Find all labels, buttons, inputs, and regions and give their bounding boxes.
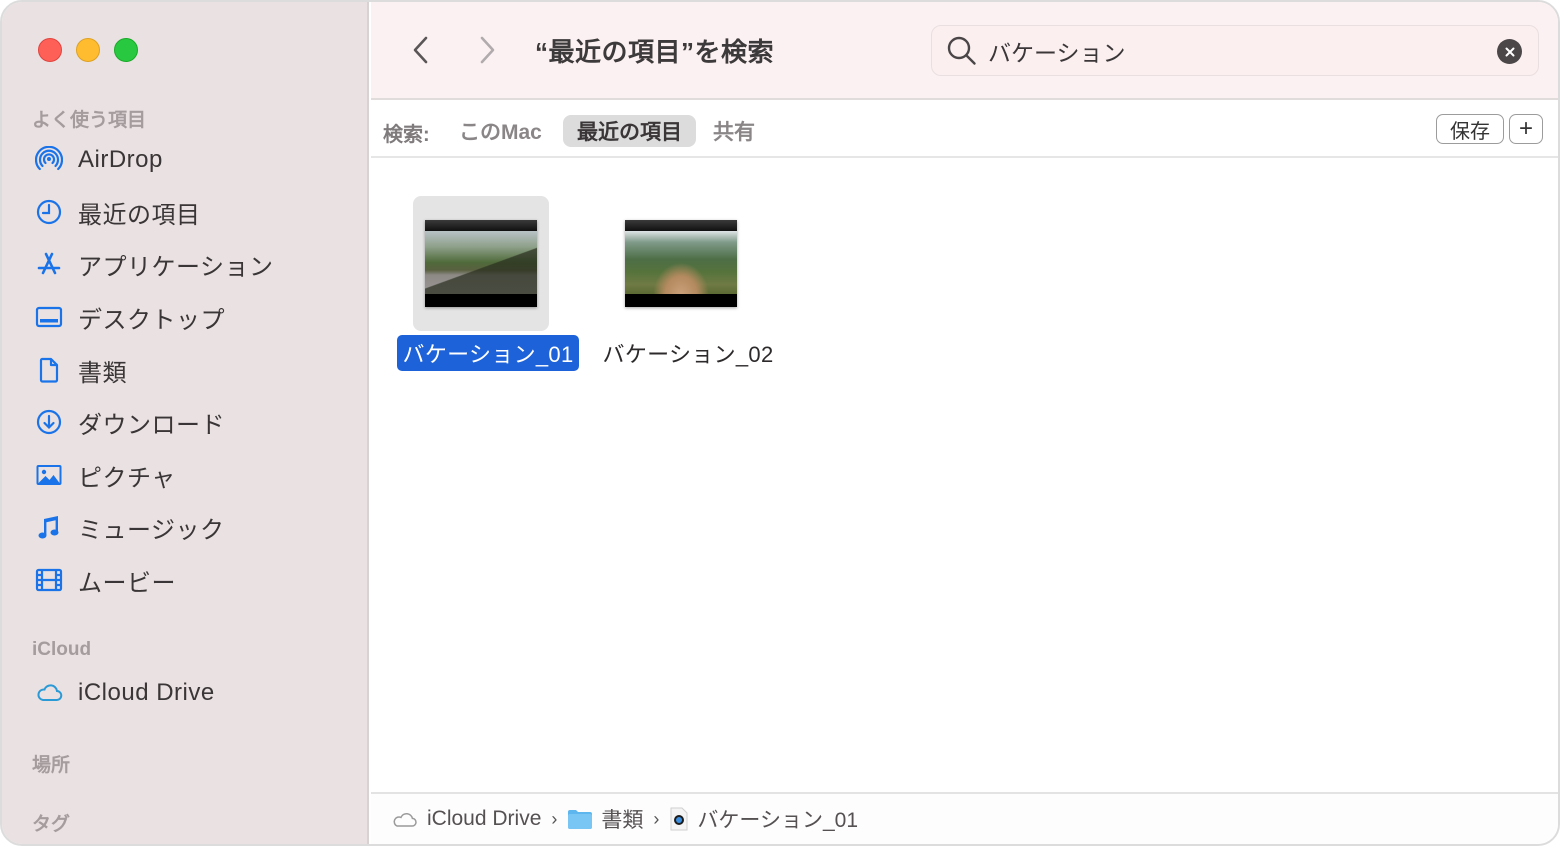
search-icon <box>947 36 976 65</box>
video-thumbnail-icon <box>425 220 537 307</box>
path-crumb-file[interactable]: バケーション_01 <box>669 804 858 834</box>
quicktime-file-icon <box>670 807 688 831</box>
search-field[interactable] <box>931 25 1539 76</box>
video-thumbnail-icon <box>625 220 737 307</box>
path-crumb-icloud-drive[interactable]: iCloud Drive <box>391 807 541 831</box>
sidebar-item-movies[interactable]: ムービー <box>32 560 176 600</box>
file-name-label: バケーション_02 <box>602 342 774 367</box>
scope-shared[interactable]: 共有 <box>699 115 769 147</box>
sidebar-item-applications[interactable]: アプリケーション <box>32 244 274 284</box>
file-thumbnail[interactable] <box>413 196 549 331</box>
crumb-label: バケーション_01 <box>697 809 858 832</box>
forward-button[interactable] <box>467 30 507 70</box>
sidebar-item-pictures[interactable]: ピクチャ <box>32 455 176 495</box>
pictures-icon <box>32 458 66 492</box>
sidebar-item-label: 書類 <box>78 359 127 387</box>
sidebar-item-label: ムービー <box>78 569 176 597</box>
path-separator: › <box>653 808 660 829</box>
path-crumb-documents[interactable]: 書類 <box>567 804 643 834</box>
applications-icon <box>32 247 66 281</box>
close-icon <box>1505 47 1514 56</box>
sidebar-item-label: iCloud Drive <box>78 679 215 706</box>
sidebar-item-label: ミュージック <box>78 516 225 544</box>
search-input[interactable] <box>988 34 1468 68</box>
scope-this-mac[interactable]: このMac <box>445 115 556 147</box>
movies-icon <box>32 563 66 597</box>
window-title: “最近の項目”を検索 <box>535 37 775 67</box>
cloud-icon <box>393 812 417 827</box>
sidebar-item-desktop[interactable]: デスクトップ <box>32 297 225 337</box>
sidebar-item-music[interactable]: ミュージック <box>32 507 225 547</box>
sidebar-item-recents[interactable]: 最近の項目 <box>32 192 201 232</box>
close-button[interactable] <box>38 38 62 62</box>
airdrop-icon <box>32 143 66 177</box>
file-name-label: バケーション_01 <box>396 335 580 371</box>
file-browser: バケーション_01 バケーション_02 <box>371 158 1558 792</box>
document-icon <box>32 353 66 387</box>
download-icon <box>32 405 66 439</box>
clock-icon <box>32 195 66 229</box>
cloud-icon <box>32 676 66 710</box>
sidebar-item-label: デスクトップ <box>78 306 225 334</box>
main-area: “最近の項目”を検索 検索: このMac 最近の項目 共有 保存 + <box>371 2 1558 844</box>
scope-label: 検索: <box>383 124 430 146</box>
minimize-button[interactable] <box>76 38 100 62</box>
sidebar-item-documents[interactable]: 書類 <box>32 350 127 390</box>
add-criteria-button[interactable]: + <box>1509 114 1543 144</box>
music-icon <box>32 510 66 544</box>
chevron-right-icon <box>480 36 495 64</box>
save-search-button[interactable]: 保存 <box>1436 114 1504 144</box>
sidebar: よく使う項目 AirDrop 最近の項目 アプリケーション デスクトップ 書類 … <box>2 2 369 844</box>
scope-recents[interactable]: 最近の項目 <box>563 115 696 147</box>
path-bar: iCloud Drive › 書類 › バケーション_01 <box>371 792 1558 844</box>
folder-icon <box>568 810 593 829</box>
window-controls <box>38 38 138 62</box>
crumb-label: iCloud Drive <box>427 807 542 830</box>
chevron-left-icon <box>413 36 428 64</box>
finder-window: よく使う項目 AirDrop 最近の項目 アプリケーション デスクトップ 書類 … <box>0 0 1560 846</box>
sidebar-item-label: 最近の項目 <box>78 201 201 229</box>
sidebar-item-label: ピクチャ <box>78 464 176 492</box>
sidebar-section-icloud: iCloud <box>32 639 92 660</box>
sidebar-section-tags[interactable]: タグ <box>32 809 70 836</box>
file-thumbnail[interactable] <box>613 196 749 331</box>
sidebar-section-locations[interactable]: 場所 <box>32 750 70 777</box>
toolbar: “最近の項目”を検索 <box>371 2 1558 100</box>
sidebar-section-favorites: よく使う項目 <box>32 110 147 131</box>
crumb-label: 書類 <box>601 809 644 832</box>
desktop-icon <box>32 300 66 334</box>
search-scope-bar: 検索: このMac 最近の項目 共有 保存 + <box>371 100 1558 158</box>
sidebar-item-airdrop[interactable]: AirDrop <box>32 140 163 180</box>
path-separator: › <box>551 808 558 829</box>
clear-search-button[interactable] <box>1497 39 1522 64</box>
zoom-button[interactable] <box>114 38 138 62</box>
sidebar-item-label: アプリケーション <box>78 253 274 281</box>
sidebar-item-label: AirDrop <box>78 146 163 173</box>
sidebar-item-icloud-drive[interactable]: iCloud Drive <box>32 673 215 713</box>
back-button[interactable] <box>401 30 441 70</box>
sidebar-item-label: ダウンロード <box>78 411 225 439</box>
sidebar-item-downloads[interactable]: ダウンロード <box>32 402 225 442</box>
